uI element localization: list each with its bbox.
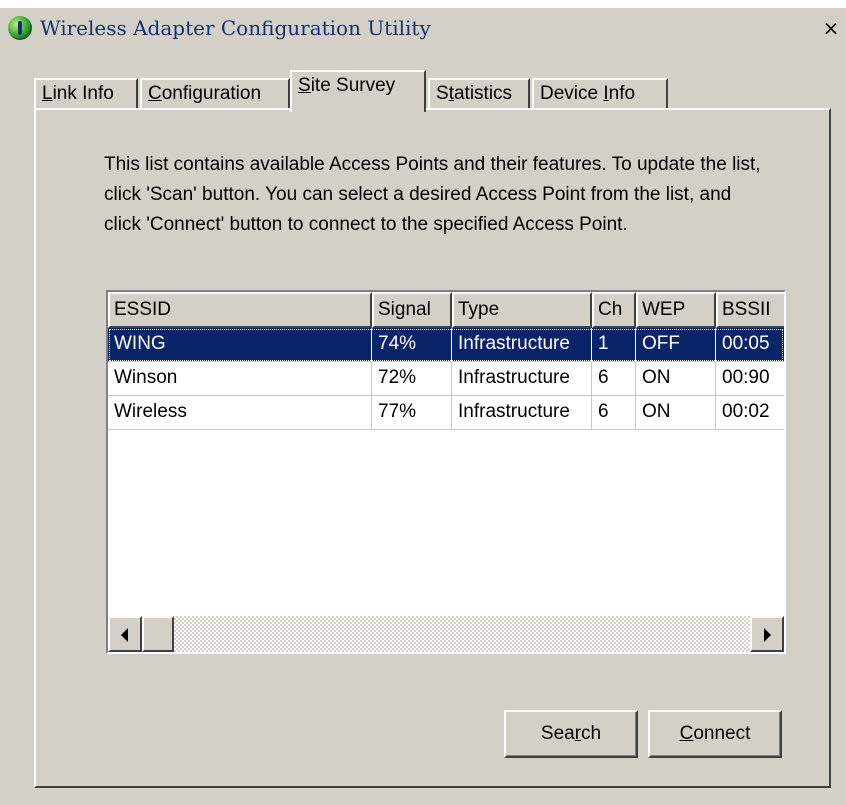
column-header-ch[interactable]: Ch — [592, 292, 636, 328]
cell-wep: ON — [636, 362, 716, 396]
cell-type: Infrastructure — [452, 362, 592, 396]
title-bar: Wireless Adapter Configuration Utility × — [0, 8, 846, 48]
tab-label-suffix: onfiguration — [161, 83, 262, 104]
tab-link-info[interactable]: Link Info — [34, 78, 138, 110]
button-label-suffix: ch — [581, 723, 602, 744]
app-icon — [8, 16, 32, 40]
background-strip — [0, 0, 846, 8]
cell-essid: WING — [108, 328, 372, 362]
app-window: Wireless Adapter Configuration Utility ×… — [0, 8, 846, 805]
tab-label-suffix: ink Info — [52, 83, 114, 104]
description-text: This list contains available Access Poin… — [104, 154, 761, 235]
search-button[interactable]: Search — [504, 710, 638, 758]
cell-ch: 6 — [592, 396, 636, 430]
horizontal-scrollbar[interactable] — [108, 616, 784, 652]
site-survey-panel: This list contains available Access Poin… — [34, 108, 831, 788]
tab-label-prefix: Device — [540, 83, 604, 104]
left-arrow-icon — [121, 628, 128, 642]
cell-bssid: 00:02 — [716, 396, 784, 430]
cell-signal: 72% — [372, 362, 452, 396]
cell-type: Infrastructure — [452, 396, 592, 430]
access-point-list[interactable]: ESSID Signal Type Ch WEP BSSII WING 74% … — [106, 290, 786, 654]
tab-label-accel: C — [148, 83, 162, 104]
right-arrow-icon — [764, 628, 771, 642]
tab-label-accel: S — [298, 75, 311, 96]
table-row[interactable]: Winson 72% Infrastructure 6 ON 00:90 — [108, 362, 784, 396]
cell-wep: ON — [636, 396, 716, 430]
cell-essid: Winson — [108, 362, 372, 396]
column-header-essid[interactable]: ESSID — [108, 292, 372, 328]
close-button[interactable]: × — [818, 17, 844, 41]
cell-essid: Wireless — [108, 396, 372, 430]
table-row[interactable]: Wireless 77% Infrastructure 6 ON 00:02 — [108, 396, 784, 430]
tab-label-prefix: S — [436, 83, 449, 104]
cell-wep: OFF — [636, 328, 716, 362]
column-header-signal[interactable]: Signal — [372, 292, 452, 328]
list-header: ESSID Signal Type Ch WEP BSSII — [108, 292, 784, 328]
scroll-thumb[interactable] — [142, 616, 174, 652]
cell-bssid: 00:05 — [716, 328, 784, 362]
tab-label-suffix: nfo — [608, 83, 636, 104]
scroll-left-button[interactable] — [108, 616, 142, 652]
column-header-wep[interactable]: WEP — [636, 292, 716, 328]
column-header-type[interactable]: Type — [452, 292, 592, 328]
cell-signal: 74% — [372, 328, 452, 362]
scroll-right-button[interactable] — [750, 616, 784, 652]
connect-button[interactable]: Connect — [648, 710, 782, 758]
cell-type: Infrastructure — [452, 328, 592, 362]
table-row[interactable]: WING 74% Infrastructure 1 OFF 00:05 — [108, 328, 784, 362]
tab-label-accel: L — [42, 83, 53, 104]
cell-ch: 1 — [592, 328, 636, 362]
tab-configuration[interactable]: Configuration — [140, 78, 290, 110]
cell-bssid: 00:90 — [716, 362, 784, 396]
button-label-prefix: Sea — [540, 723, 575, 744]
button-label-suffix: onnect — [693, 723, 751, 744]
column-header-bssid[interactable]: BSSII — [716, 292, 784, 328]
tab-label-suffix: ite Survey — [310, 75, 396, 96]
cell-signal: 77% — [372, 396, 452, 430]
tab-site-survey[interactable]: Site Survey — [290, 70, 426, 112]
button-label-accel: C — [679, 723, 694, 744]
tab-statistics[interactable]: Statistics — [428, 78, 530, 110]
cell-ch: 6 — [592, 362, 636, 396]
tab-label-suffix: atistics — [453, 83, 513, 104]
window-title: Wireless Adapter Configuration Utility — [40, 16, 431, 40]
tab-device-info[interactable]: Device Info — [532, 78, 668, 110]
